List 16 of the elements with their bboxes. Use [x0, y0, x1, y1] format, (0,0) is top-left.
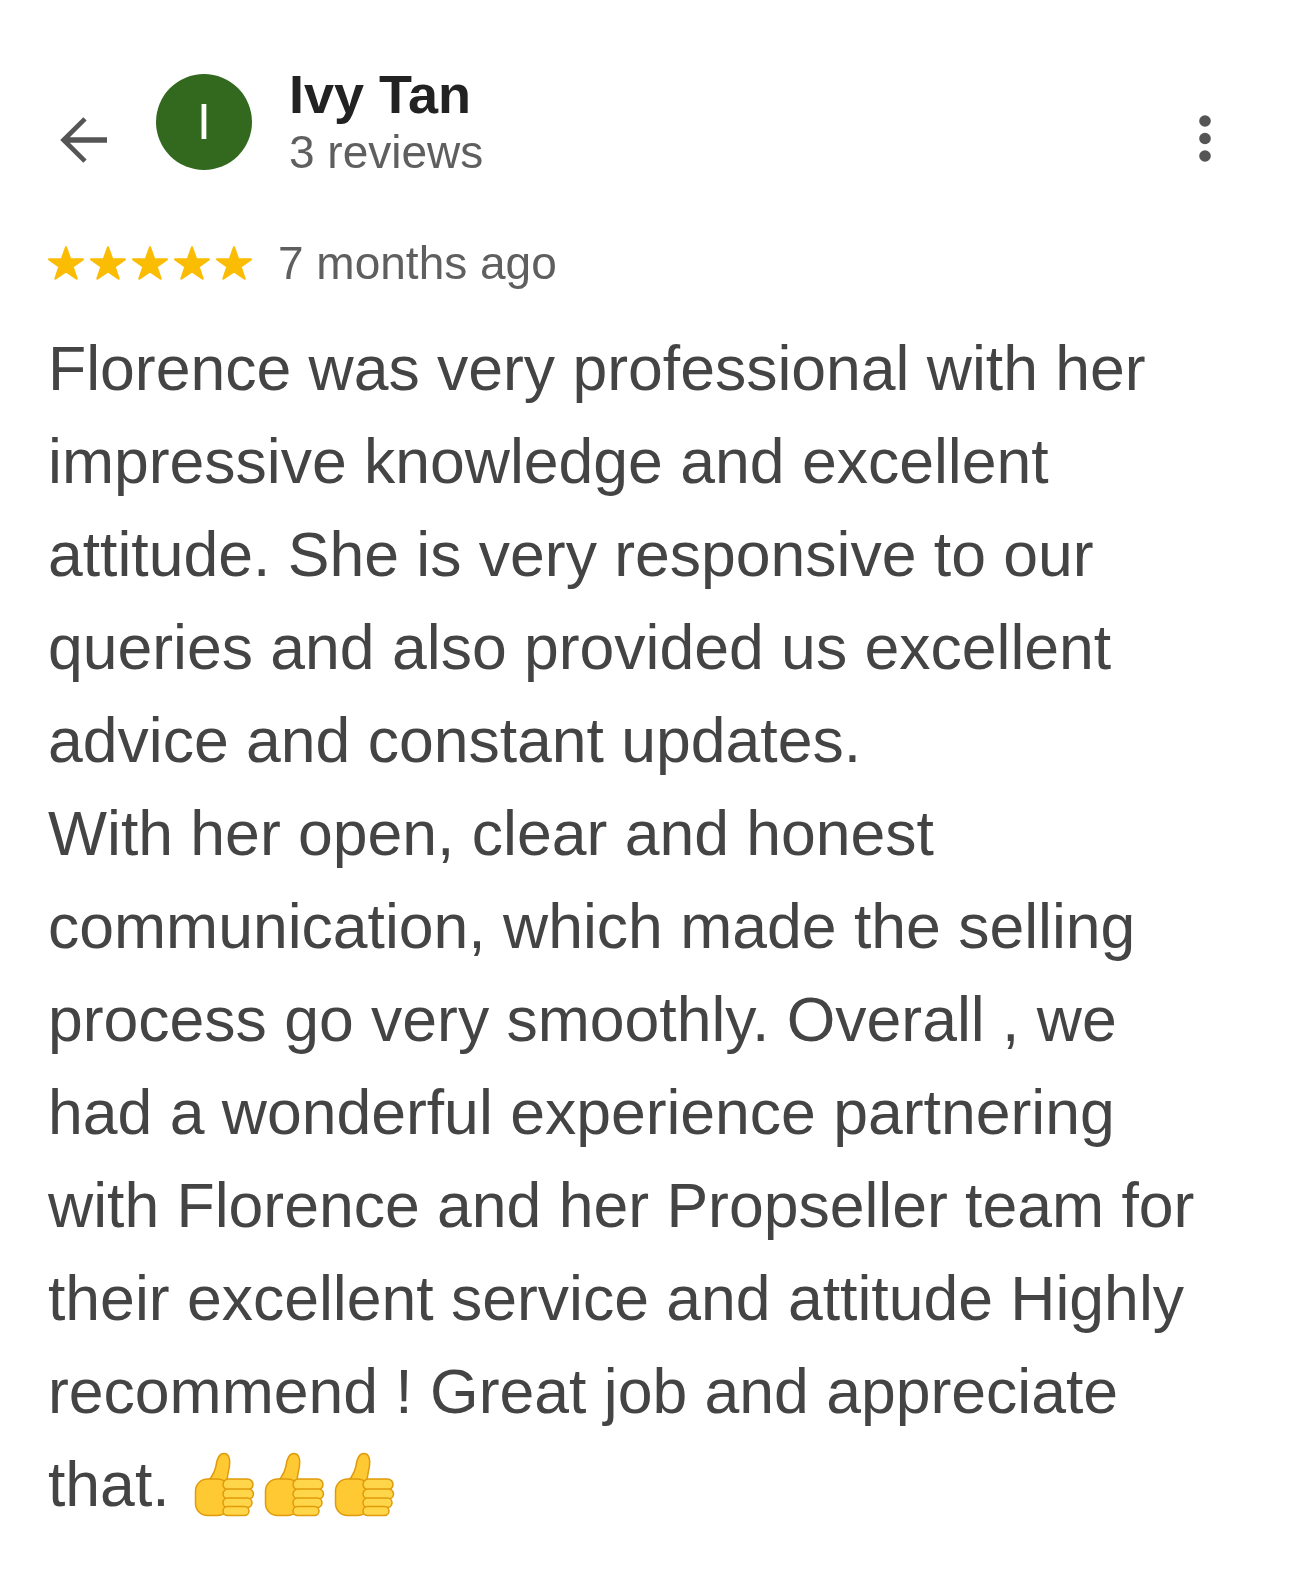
- star-icon: [90, 246, 126, 280]
- star-icon: [174, 246, 210, 280]
- reviewer-name: Ivy Tan: [289, 63, 473, 125]
- star-icon: [132, 246, 168, 280]
- thumbs-up-icon: [333, 1452, 396, 1517]
- review-count: 3 reviews: [289, 125, 485, 179]
- review-text: that.: [48, 1449, 170, 1519]
- thumbs-up-icon: [263, 1452, 326, 1517]
- star-icon: [216, 246, 252, 280]
- review-text: Florence was very professional with her impressive knowledge and excellent attitude. She is very responsive to our queries and also provided us excellent advice and constant updates.: [48, 333, 1146, 775]
- back-icon[interactable]: [59, 116, 107, 164]
- review-time: 7 months ago: [278, 236, 557, 290]
- thumbs-up-icon: [193, 1452, 256, 1517]
- star-icon: [48, 246, 84, 280]
- avatar: I: [156, 74, 252, 170]
- more-options-icon[interactable]: [1199, 115, 1211, 162]
